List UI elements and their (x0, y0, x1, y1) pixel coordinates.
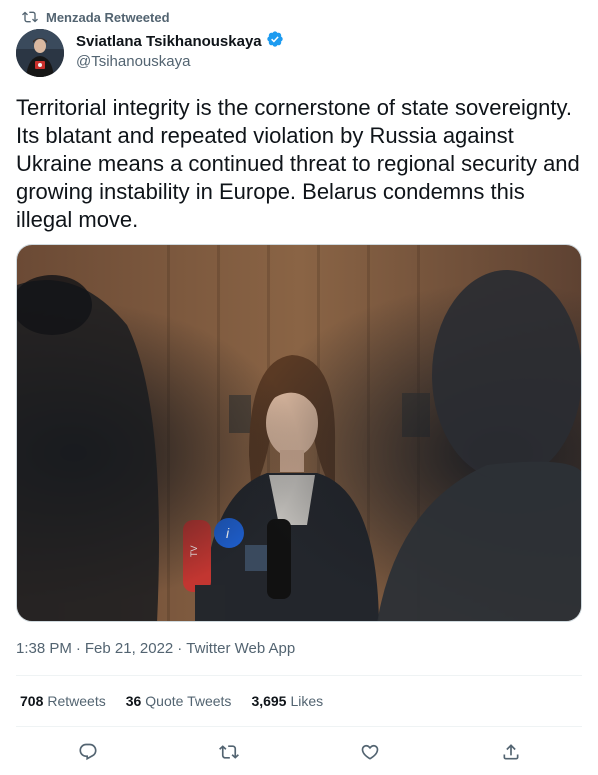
meta-separator: · (75, 640, 81, 657)
tweet-detail: Menzada Retweeted Sviatlana Tsikhanouska… (0, 0, 598, 775)
share-icon (501, 742, 521, 762)
quote-tweets-stat[interactable]: 36 Quote Tweets (126, 693, 232, 709)
verified-badge-icon (266, 30, 284, 53)
retweets-count: 708 (20, 693, 44, 709)
author-name[interactable]: Sviatlana Tsikhanouskaya (76, 33, 262, 50)
retweet-icon (219, 742, 239, 762)
retweets-stat[interactable]: 708 Retweets (20, 693, 106, 709)
quote-tweets-count: 36 (125, 693, 142, 709)
reply-icon (78, 742, 98, 762)
divider (16, 675, 582, 676)
tweet-date[interactable]: Feb 21, 2022 (85, 640, 173, 657)
author-handle[interactable]: @Tsihanouskaya (76, 53, 284, 70)
retweet-button[interactable] (215, 738, 243, 766)
tweet-time[interactable]: 1:38 PM (16, 640, 72, 657)
likes-count: 3,695 (251, 693, 287, 709)
likes-label: Likes (290, 693, 324, 709)
tweet-meta: 1:38 PM · Feb 21, 2022 · Twitter Web App (16, 640, 295, 657)
retweet-context[interactable]: Menzada Retweeted (22, 9, 170, 25)
avatar[interactable] (16, 29, 64, 77)
tweet-stats: 708 Retweets 36 Quote Tweets 3,695 Likes (20, 693, 323, 709)
retweets-label: Retweets (47, 693, 106, 709)
like-button[interactable] (356, 738, 384, 766)
share-button[interactable] (497, 738, 525, 766)
retweet-icon (22, 9, 38, 25)
tweet-actions (16, 738, 582, 766)
tweet-source[interactable]: Twitter Web App (186, 640, 295, 657)
heart-icon (360, 742, 380, 762)
reply-button[interactable] (74, 738, 102, 766)
author[interactable]: Sviatlana Tsikhanouskaya @Tsihanouskaya (76, 30, 284, 70)
retweet-context-text: Menzada Retweeted (46, 9, 170, 25)
likes-stat[interactable]: 3,695 Likes (251, 693, 323, 709)
tweet-text: Territorial integrity is the cornerstone… (16, 95, 580, 232)
meta-separator: · (177, 640, 183, 657)
quote-tweets-label: Quote Tweets (145, 693, 232, 709)
divider (16, 726, 582, 727)
tweet-photo[interactable]: TV i (16, 244, 582, 622)
